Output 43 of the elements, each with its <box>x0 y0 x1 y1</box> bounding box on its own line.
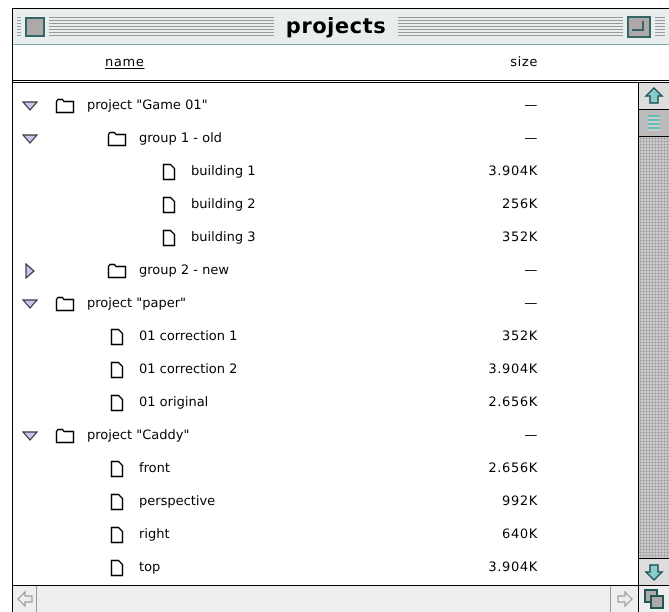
file-size: 3.904K <box>488 558 538 577</box>
file-name[interactable]: perspective <box>139 492 216 512</box>
file-size: 3.904K <box>488 360 538 379</box>
file-name[interactable]: building 3 <box>191 228 256 248</box>
title-bar-stripes <box>17 16 21 36</box>
file-size: — <box>524 262 538 280</box>
scroll-thumb[interactable] <box>639 110 669 137</box>
folder-name[interactable]: project "Caddy" <box>87 426 190 446</box>
file-name[interactable]: 01 correction 2 <box>139 360 238 380</box>
file-size: 352K <box>502 228 538 247</box>
folder-icon <box>107 262 127 280</box>
folder-name[interactable]: project "Game 01" <box>87 96 208 116</box>
file-size: 3.904K <box>488 162 538 181</box>
column-header[interactable]: size <box>510 52 538 72</box>
zoom-box[interactable] <box>627 16 652 38</box>
file-size: — <box>524 96 538 115</box>
folder-name[interactable]: project "paper" <box>87 294 186 314</box>
window-title: projects <box>284 12 388 40</box>
file-size: 2.656K <box>488 460 538 478</box>
close-box[interactable] <box>25 16 45 36</box>
file-name[interactable]: 01 correction 1 <box>139 326 238 346</box>
folder-icon <box>55 294 75 312</box>
folder-name[interactable]: group 2 - new <box>139 260 229 280</box>
file-name[interactable]: front <box>139 458 170 478</box>
file-size: 640K <box>502 526 538 544</box>
file-name[interactable]: 01 original <box>139 392 208 412</box>
file-name[interactable]: building 1 <box>191 162 256 182</box>
vertical-scrollbar[interactable] <box>638 83 669 585</box>
file-name[interactable]: top <box>139 558 160 578</box>
file-size: — <box>524 426 538 445</box>
file-size: — <box>524 294 538 313</box>
file-size: 992K <box>502 492 538 511</box>
file-size: — <box>524 130 538 148</box>
file-size: 352K <box>502 328 538 346</box>
file-name[interactable]: building 2 <box>191 194 256 214</box>
file-size: 2.656K <box>488 394 538 412</box>
column-header[interactable]: name <box>105 52 144 72</box>
folder-icon <box>107 130 127 148</box>
folder-name[interactable]: group 1 - old <box>139 128 222 148</box>
file-size: 256K <box>502 196 538 214</box>
file-name[interactable]: right <box>139 524 170 544</box>
folder-icon <box>55 426 75 444</box>
folder-icon <box>55 96 75 114</box>
